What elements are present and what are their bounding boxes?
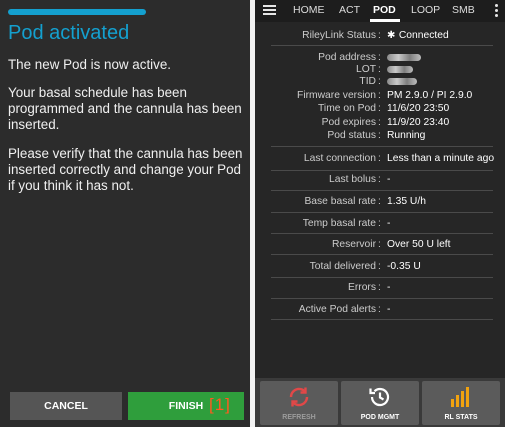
wizard-progress-bar [8, 9, 146, 15]
tab-act[interactable]: ACT [339, 4, 360, 16]
active-pod-alerts-row: Active Pod alerts : - [298, 304, 391, 315]
message-verify: Please verify that the cannula has been … [8, 146, 243, 193]
pod-activated-screen: Pod activated The new Pod is now active.… [0, 0, 250, 427]
refresh-icon [289, 387, 309, 407]
tab-smb[interactable]: SMB [452, 4, 475, 16]
top-nav-bar: HOME ACT POD LOOP SMB [255, 0, 505, 22]
pod-mgmt-button[interactable]: POD MGMT [341, 381, 419, 425]
annotation-marker: [1] [209, 395, 231, 414]
time-on-pod-row: Time on Pod : 11/6/20 23:50 [318, 103, 450, 114]
tab-pod[interactable]: POD [373, 4, 396, 16]
rl-stats-button[interactable]: RL STATS [422, 381, 500, 425]
page-title: Pod activated [8, 22, 130, 44]
redacted-value [387, 66, 413, 73]
overflow-menu-icon[interactable] [495, 4, 498, 19]
reservoir-row: Reservoir : Over 50 U left [331, 239, 451, 250]
tab-home[interactable]: HOME [293, 4, 325, 16]
last-bolus-row: Last bolus : - [329, 174, 391, 185]
message-active: The new Pod is now active. [8, 57, 172, 72]
message-programmed: Your basal schedule has been programmed … [8, 85, 242, 132]
action-button-bar: REFRESH POD MGMT RL STATS [255, 378, 505, 427]
history-icon [369, 387, 390, 407]
pod-overview-screen: HOME ACT POD LOOP SMB RileyLink Status :… [255, 0, 505, 427]
pod-expires-row: Pod expires : 11/9/20 23:40 [321, 117, 450, 128]
tid-row: TID : [255, 75, 505, 88]
base-basal-rate-row: Base basal rate : 1.35 U/h [304, 196, 426, 207]
cancel-button[interactable]: CANCEL [10, 392, 122, 420]
last-connection-row: Last connection : Less than a minute ago [303, 153, 495, 164]
tab-loop[interactable]: LOOP [411, 4, 440, 16]
temp-basal-rate-row: Temp basal rate : - [302, 218, 391, 229]
redacted-value [387, 78, 417, 85]
pod-status-row: Pod status : Running [327, 130, 426, 141]
firmware-row: Firmware version : PM 2.9.0 / PI 2.9.0 [297, 90, 473, 101]
rileylink-status-row: RileyLink Status : ✱ Connected [302, 30, 449, 41]
redacted-value [387, 54, 421, 61]
bluetooth-icon: ✱ [387, 30, 396, 41]
refresh-button[interactable]: REFRESH [260, 381, 338, 425]
active-tab-indicator [370, 19, 400, 22]
total-delivered-row: Total delivered : -0.35 U [309, 261, 421, 272]
menu-icon[interactable] [263, 5, 276, 15]
errors-row: Errors : - [347, 282, 391, 293]
bar-chart-icon [451, 387, 469, 407]
